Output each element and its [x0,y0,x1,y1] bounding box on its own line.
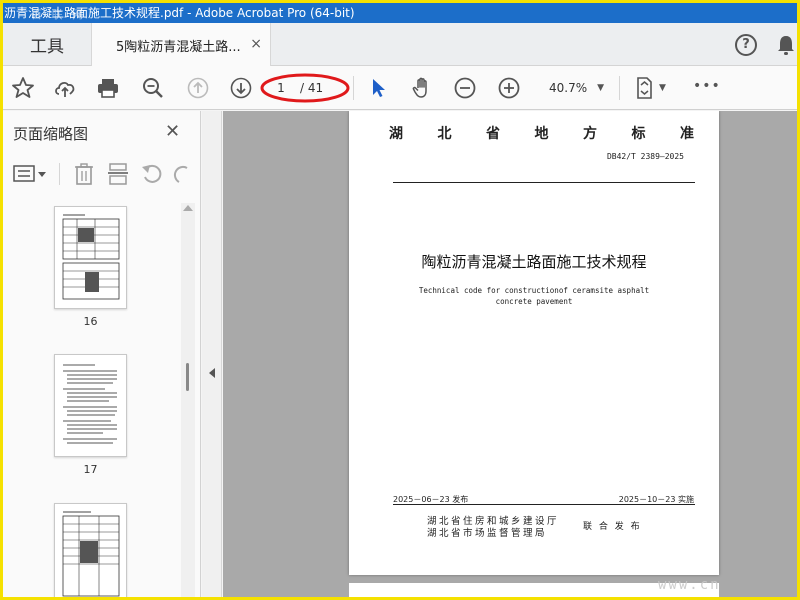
thumbnail-page-number: 17 [83,463,98,476]
scroll-up-icon[interactable] [183,205,193,211]
document-title-en: Technical code for constructionof cerams… [418,286,650,306]
tab-tools[interactable]: 工具 [3,23,91,66]
joint-issue: 联 合 发 布 [583,522,642,532]
thumbnail-text-preview [63,364,117,444]
hand-icon[interactable] [410,76,434,100]
main-toolbar: / 41 40.7% ▼ ▼ ••• [3,66,797,110]
header-char: 方 [583,126,597,142]
document-view[interactable]: 湖 北 省 地 方 标 准 DB42/T 2389—2025 陶粒沥青混凝土路面… [223,111,797,597]
title-bar: 沥青混凝土路面施工技术规程.pdf - Adobe Acrobat Pro (6… [3,3,797,23]
thumbnail-scrollbar[interactable] [181,203,195,597]
bell-icon[interactable] [776,34,796,56]
pane-title: 页面缩略图 [13,125,89,143]
header-char: 省 [486,126,500,142]
standard-code: DB42/T 2389—2025 [606,152,684,161]
close-icon[interactable]: ✕ [165,121,180,142]
pane-toolbar [3,159,201,189]
thumbnail-page-number: 16 [83,315,98,328]
zoom-select[interactable]: 40.7% ▼ [541,77,611,99]
select-cursor-icon[interactable] [367,76,391,100]
undo-icon[interactable] [141,163,163,185]
thumbnails-pane: 页面缩略图 ✕ 16 17 [3,111,201,597]
pane-collapse-strip[interactable] [202,111,222,597]
header-rule [393,182,695,183]
header-char: 地 [534,126,549,142]
more-icon[interactable]: ••• [693,78,721,94]
page-insert-icon[interactable] [107,162,129,186]
tab-document[interactable]: 5陶粒沥青混凝土路... × [91,23,271,67]
arrow-down-icon[interactable] [229,76,253,100]
printer-icon[interactable] [96,76,120,100]
pdf-page: 湖 北 省 地 方 标 准 DB42/T 2389—2025 陶粒沥青混凝土路面… [349,111,719,575]
options-icon[interactable] [13,163,47,185]
header-char: 标 [631,126,646,142]
arrow-up-icon[interactable] [186,76,210,100]
help-icon[interactable]: ? [735,34,757,56]
standard-header: 湖 北 省 地 方 标 准 [389,123,694,143]
thumbnail-page[interactable] [54,206,127,309]
thumbnail-page[interactable] [54,354,127,457]
watermark-bottom: www.cn [658,577,721,593]
thumbnail-table-preview [62,511,120,597]
zoom-out-search-icon[interactable] [141,76,165,100]
tab-document-label: 5陶粒沥青混凝土路... [116,39,241,55]
document-title-cn: 陶粒沥青混凝土路面施工技术规程 [421,253,647,271]
header-char: 湖 [389,126,403,142]
thumbnail-page[interactable] [54,503,127,597]
annotation-ellipse [260,73,350,103]
redo-icon[interactable] [173,163,191,185]
zoom-value: 40.7% [549,81,588,95]
zoom-in-icon[interactable] [497,76,521,100]
chevron-down-icon: ▼ [597,83,605,93]
app-window: 沥青混凝土路面施工技术规程.pdf - Adobe Acrobat Pro (6… [0,0,800,600]
toolbar-separator [353,76,354,100]
cloud-upload-icon[interactable] [53,76,77,100]
header-char: 准 [680,126,694,142]
star-icon[interactable] [11,76,35,100]
chevron-down-icon[interactable]: ▼ [659,83,666,93]
tab-bar: 工具 5陶粒沥青混凝土路... × ? [3,23,797,67]
issuer-2: 湖北省市场监督管理局 [427,528,548,539]
zoom-out-icon[interactable] [453,76,477,100]
page-fit-icon[interactable] [633,76,657,100]
toolbar-separator [619,76,620,100]
header-char: 北 [437,126,452,142]
footer-rule [393,504,695,505]
collapse-arrow-icon[interactable] [209,368,215,378]
scroll-thumb[interactable] [186,363,189,391]
thumbnail-list: 16 17 [3,201,181,597]
trash-icon[interactable] [73,162,95,186]
pane-separator [59,163,60,185]
thumbnail-table-preview [62,214,120,300]
watermark-top: 百 联 网 [31,8,86,21]
tab-close-button[interactable]: × [250,36,262,52]
